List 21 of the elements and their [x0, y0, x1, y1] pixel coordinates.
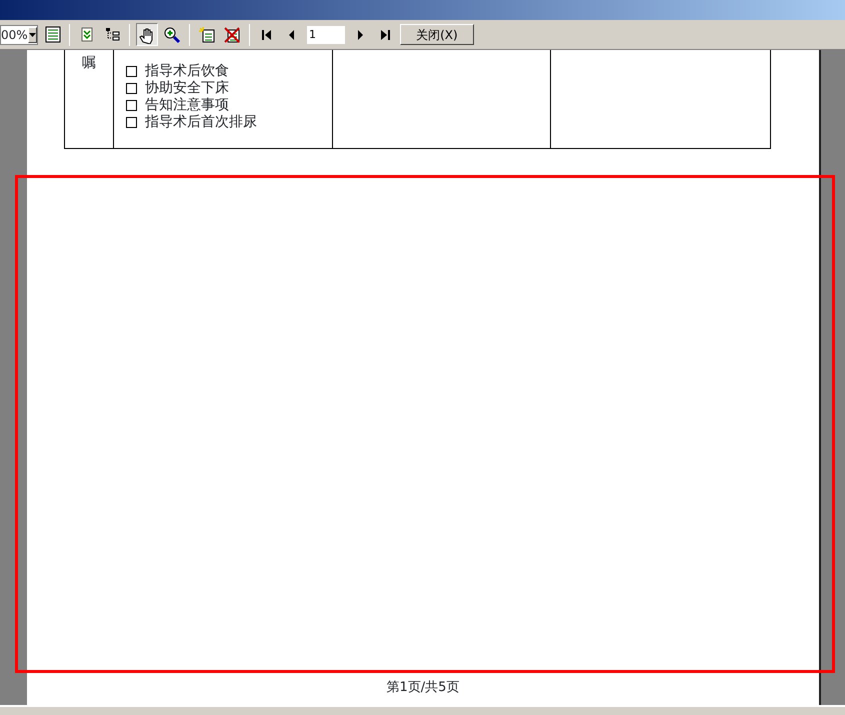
- checkbox[interactable]: [126, 100, 137, 111]
- delete-page-icon: [223, 26, 242, 44]
- page-lines-icon: [44, 26, 62, 44]
- item-text: 指导术后饮食: [144, 63, 229, 80]
- checkbox[interactable]: [126, 66, 137, 77]
- hand-icon-button[interactable]: [136, 23, 158, 46]
- checkbox[interactable]: [126, 83, 137, 94]
- first-page-icon: [260, 28, 273, 40]
- item-text: 指导术后首次排尿: [144, 114, 257, 131]
- item-text: 协助安全下床: [144, 80, 229, 97]
- row-label: 嘱: [80, 54, 97, 73]
- zoom-select[interactable]: 00%: [0, 24, 38, 44]
- page-number-field[interactable]: 1: [306, 26, 345, 44]
- item-text: 告知注意事项: [144, 97, 229, 114]
- tree-icon: [104, 26, 122, 44]
- new-page-icon: [198, 26, 216, 44]
- checkbox[interactable]: [126, 117, 137, 128]
- close-button[interactable]: 关闭(X): [400, 24, 474, 45]
- page-counter: 第1页/共5页: [386, 678, 460, 696]
- zoom-in-icon: [163, 26, 182, 44]
- last-page-icon: [379, 28, 392, 40]
